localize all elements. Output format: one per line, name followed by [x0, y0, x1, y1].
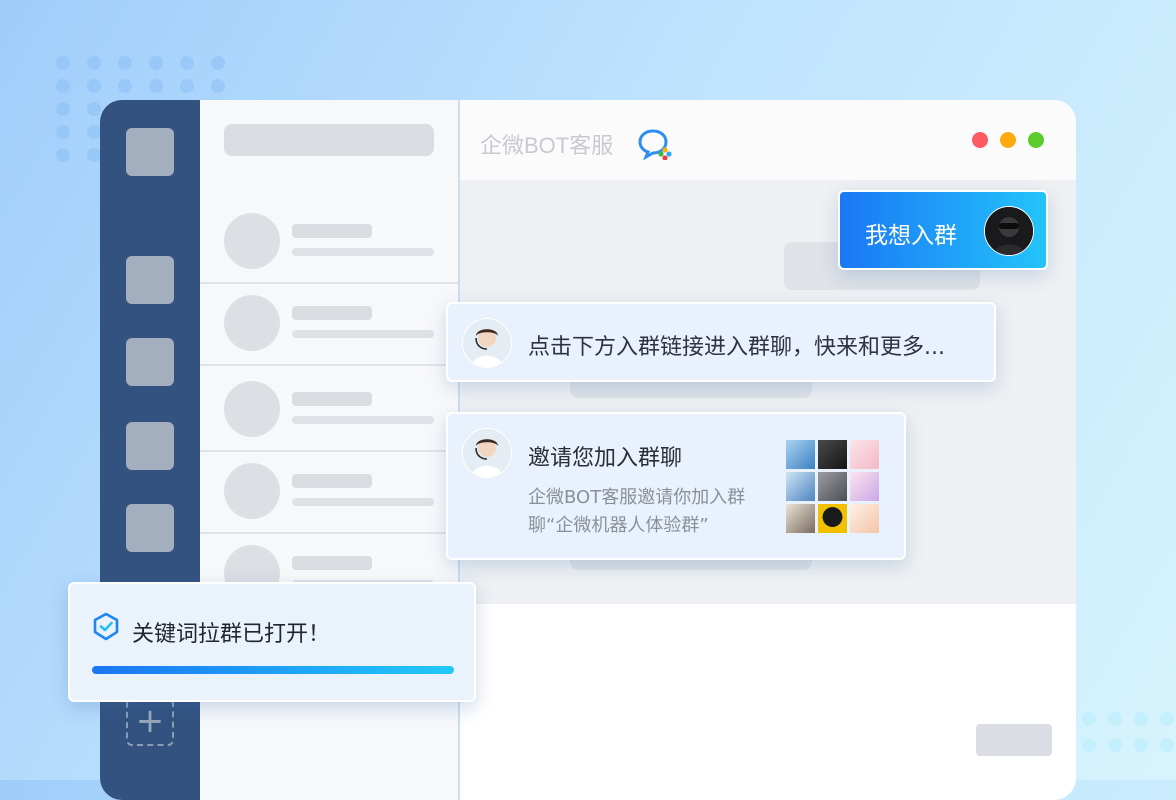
group-invite-card[interactable]: 邀请您加入群聊 企微BOT客服邀请你加入群聊“企微机器人体验群” — [446, 412, 906, 560]
member-avatar — [818, 440, 847, 469]
member-avatar — [786, 504, 815, 533]
progress-bar — [92, 666, 454, 674]
avatar — [224, 463, 280, 519]
name-placeholder — [292, 474, 372, 488]
user-avatar — [984, 206, 1034, 256]
name-placeholder — [292, 556, 372, 570]
decorative-dots-bottom-right — [1082, 712, 1174, 752]
bot-reply-bubble: 点击下方入群链接进入群聊，快来和更多... — [446, 302, 996, 382]
member-avatar — [786, 440, 815, 469]
avatar — [224, 213, 280, 269]
list-item[interactable] — [200, 200, 458, 284]
list-item[interactable] — [200, 450, 458, 534]
avatar — [224, 381, 280, 437]
bot-avatar — [462, 428, 512, 478]
preview-placeholder — [292, 416, 434, 424]
bot-avatar — [462, 318, 512, 368]
search-bar-placeholder[interactable] — [224, 124, 434, 156]
app-placeholder-icon[interactable] — [126, 504, 174, 552]
member-avatar — [786, 472, 815, 501]
shield-check-icon — [93, 612, 119, 641]
invite-description: 企微BOT客服邀请你加入群聊“企微机器人体验群” — [528, 487, 746, 536]
invite-title: 邀请您加入群聊 — [528, 446, 683, 471]
member-avatar — [850, 440, 879, 469]
app-placeholder-icon[interactable] — [126, 422, 174, 470]
chat-title: 企微BOT客服 — [480, 133, 614, 158]
maximize-window-icon[interactable] — [1028, 132, 1044, 148]
chat-bubble-logo-icon — [638, 129, 672, 160]
name-placeholder — [292, 392, 372, 406]
member-avatar — [818, 504, 847, 533]
preview-placeholder — [292, 330, 434, 338]
preview-placeholder — [292, 248, 434, 256]
add-app-button[interactable]: + — [126, 698, 174, 746]
member-avatar — [818, 472, 847, 501]
preview-placeholder — [292, 498, 434, 506]
group-avatar-grid — [786, 440, 880, 533]
user-message-text: 我想入群 — [865, 223, 957, 249]
member-avatar — [850, 504, 879, 533]
member-avatar — [850, 472, 879, 501]
user-message-bubble: 我想入群 — [838, 190, 1048, 270]
app-placeholder-icon[interactable] — [126, 338, 174, 386]
list-item[interactable] — [200, 368, 458, 452]
avatar — [224, 295, 280, 351]
bot-reply-text: 点击下方入群链接进入群聊，快来和更多... — [528, 335, 945, 360]
app-placeholder-icon[interactable] — [126, 256, 174, 304]
progress-bar-fill — [92, 666, 454, 674]
app-placeholder-icon[interactable] — [126, 128, 174, 176]
toast-message: 关键词拉群已打开！ — [132, 622, 331, 647]
name-placeholder — [292, 224, 372, 238]
name-placeholder — [292, 306, 372, 320]
minimize-window-icon[interactable] — [1000, 132, 1016, 148]
close-window-icon[interactable] — [972, 132, 988, 148]
notification-toast: 关键词拉群已打开！ — [68, 582, 476, 702]
list-item[interactable] — [200, 282, 458, 366]
chat-header: 企微BOT客服 — [460, 100, 1076, 180]
send-button[interactable] — [976, 724, 1052, 756]
